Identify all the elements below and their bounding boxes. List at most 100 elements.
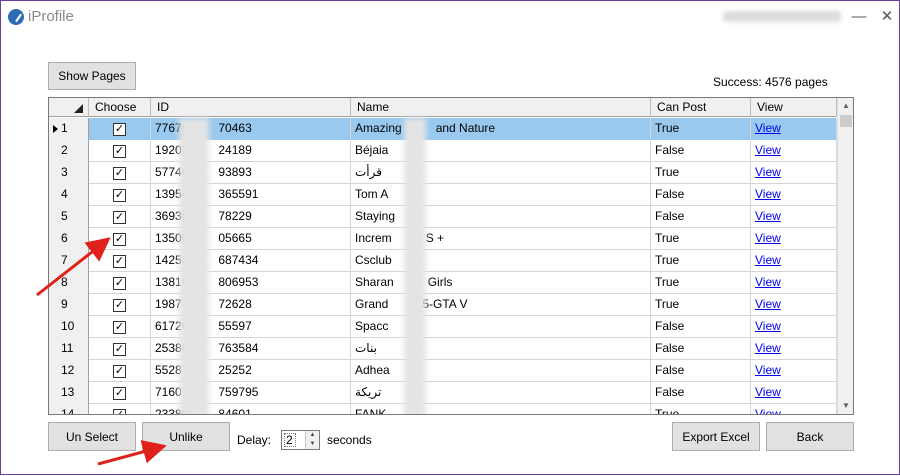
choose-cell[interactable]: ✓: [89, 206, 151, 228]
choose-cell[interactable]: ✓: [89, 338, 151, 360]
choose-cell[interactable]: ✓: [89, 162, 151, 184]
column-header-name[interactable]: Name: [351, 98, 651, 117]
view-link[interactable]: View: [755, 275, 781, 289]
choose-checkbox[interactable]: ✓: [113, 122, 126, 136]
choose-cell[interactable]: ✓: [89, 294, 151, 316]
column-header-view[interactable]: View: [751, 98, 837, 117]
row-number[interactable]: 8: [49, 272, 89, 294]
table-row[interactable]: 6 ✓ 13500 05665 Increm S + True View: [49, 228, 837, 250]
view-link[interactable]: View: [755, 231, 781, 245]
delay-stepper[interactable]: 2 ▲ ▼: [281, 430, 320, 450]
row-number[interactable]: 2: [49, 140, 89, 162]
table-row[interactable]: 8 ✓ 13810 806953 Sharan Girls True View: [49, 272, 837, 294]
row-number-text: 2: [61, 143, 68, 157]
row-number-text: 1: [61, 121, 68, 135]
table-row[interactable]: 1 ✓ 77679 70463 Amazing and Nature True View: [49, 118, 837, 140]
row-number[interactable]: 13: [49, 382, 89, 404]
choose-checkbox[interactable]: ✓: [113, 342, 126, 356]
table-row[interactable]: 10 ✓ 61720 55597 Spacc False View: [49, 316, 837, 338]
choose-checkbox[interactable]: ✓: [113, 320, 126, 334]
view-link[interactable]: View: [755, 341, 781, 355]
choose-checkbox[interactable]: ✓: [113, 408, 126, 414]
choose-cell[interactable]: ✓: [89, 140, 151, 162]
stepper-down-icon[interactable]: ▼: [305, 440, 319, 449]
close-icon[interactable]: ✕: [877, 7, 897, 27]
row-number[interactable]: 7: [49, 250, 89, 272]
choose-checkbox[interactable]: ✓: [113, 144, 126, 158]
view-link[interactable]: View: [755, 121, 781, 135]
view-link[interactable]: View: [755, 165, 781, 179]
view-link[interactable]: View: [755, 187, 781, 201]
choose-checkbox[interactable]: ✓: [113, 210, 126, 224]
row-number[interactable]: 9: [49, 294, 89, 316]
table-row[interactable]: 2 ✓ 19203 24189 Béjaia False View: [49, 140, 837, 162]
id-suffix: 365591: [218, 187, 259, 201]
choose-cell[interactable]: ✓: [89, 272, 151, 294]
choose-cell[interactable]: ✓: [89, 250, 151, 272]
view-link[interactable]: View: [755, 143, 781, 157]
choose-cell[interactable]: ✓: [89, 184, 151, 206]
choose-cell[interactable]: ✓: [89, 404, 151, 414]
row-number[interactable]: 14: [49, 404, 89, 414]
table-row[interactable]: 4 ✓ 13954 365591 Tom A False View: [49, 184, 837, 206]
column-header-id[interactable]: ID: [151, 98, 351, 117]
choose-checkbox[interactable]: ✓: [113, 166, 126, 180]
can-post-cell: False: [651, 338, 751, 360]
row-number[interactable]: 1: [49, 118, 89, 140]
table-row[interactable]: 12 ✓ 55287 25252 Adhea False View: [49, 360, 837, 382]
table-row[interactable]: 9 ✓ 19877 72628 Grand 5-GTA V True View: [49, 294, 837, 316]
choose-checkbox[interactable]: ✓: [113, 298, 126, 312]
choose-cell[interactable]: ✓: [89, 228, 151, 250]
view-link[interactable]: View: [755, 253, 781, 267]
row-header-corner[interactable]: [49, 98, 89, 117]
view-link[interactable]: View: [755, 297, 781, 311]
row-number[interactable]: 4: [49, 184, 89, 206]
row-number[interactable]: 3: [49, 162, 89, 184]
choose-cell[interactable]: ✓: [89, 316, 151, 338]
unlike-button[interactable]: Unlike: [142, 422, 230, 451]
choose-checkbox[interactable]: ✓: [113, 188, 126, 202]
table-row[interactable]: 14 ✓ 23380 84601 FANK True View: [49, 404, 837, 414]
view-link[interactable]: View: [755, 407, 781, 414]
scroll-up-icon[interactable]: ▲: [838, 98, 853, 114]
name-suffix: and Nature: [435, 121, 496, 135]
choose-checkbox[interactable]: ✓: [113, 386, 126, 400]
delay-value[interactable]: 2: [284, 433, 296, 447]
stepper-up-icon[interactable]: ▲: [305, 431, 319, 440]
vertical-scrollbar[interactable]: ▲ ▼: [837, 98, 853, 414]
pages-grid[interactable]: Choose ID Name Can Post View 1 ✓ 77679 7046…: [48, 97, 854, 415]
scroll-thumb[interactable]: [840, 115, 852, 127]
view-link[interactable]: View: [755, 363, 781, 377]
scroll-down-icon[interactable]: ▼: [838, 398, 853, 414]
name-cell: FANK: [351, 404, 651, 414]
view-link[interactable]: View: [755, 319, 781, 333]
show-pages-button[interactable]: Show Pages: [48, 62, 136, 90]
table-row[interactable]: 3 ✓ 57746 93893 قرأت True View: [49, 162, 837, 184]
row-number[interactable]: 10: [49, 316, 89, 338]
row-number[interactable]: 6: [49, 228, 89, 250]
export-excel-button[interactable]: Export Excel: [672, 422, 760, 451]
view-link[interactable]: View: [755, 385, 781, 399]
table-row[interactable]: 5 ✓ 36930 78229 Staying False View: [49, 206, 837, 228]
view-link[interactable]: View: [755, 209, 781, 223]
choose-checkbox[interactable]: ✓: [113, 364, 126, 378]
row-number[interactable]: 12: [49, 360, 89, 382]
table-row[interactable]: 13 ✓ 71601 759795 تريكة False View: [49, 382, 837, 404]
table-row[interactable]: 7 ✓ 14253 687434 Csclub True View: [49, 250, 837, 272]
minimize-icon[interactable]: —: [849, 7, 869, 27]
row-number[interactable]: 11: [49, 338, 89, 360]
choose-cell[interactable]: ✓: [89, 382, 151, 404]
choose-cell[interactable]: ✓: [89, 118, 151, 140]
can-post-cell: True: [651, 272, 751, 294]
choose-checkbox[interactable]: ✓: [113, 276, 126, 290]
choose-cell[interactable]: ✓: [89, 360, 151, 382]
row-number[interactable]: 5: [49, 206, 89, 228]
unselect-button[interactable]: Un Select: [48, 422, 136, 451]
view-cell: View: [751, 118, 837, 140]
back-button[interactable]: Back: [766, 422, 854, 451]
column-header-choose[interactable]: Choose: [89, 98, 151, 117]
column-header-can-post[interactable]: Can Post: [651, 98, 751, 117]
choose-checkbox[interactable]: ✓: [113, 254, 126, 268]
table-row[interactable]: 11 ✓ 25380 763584 بنات False View: [49, 338, 837, 360]
choose-checkbox[interactable]: ✓: [113, 232, 126, 246]
